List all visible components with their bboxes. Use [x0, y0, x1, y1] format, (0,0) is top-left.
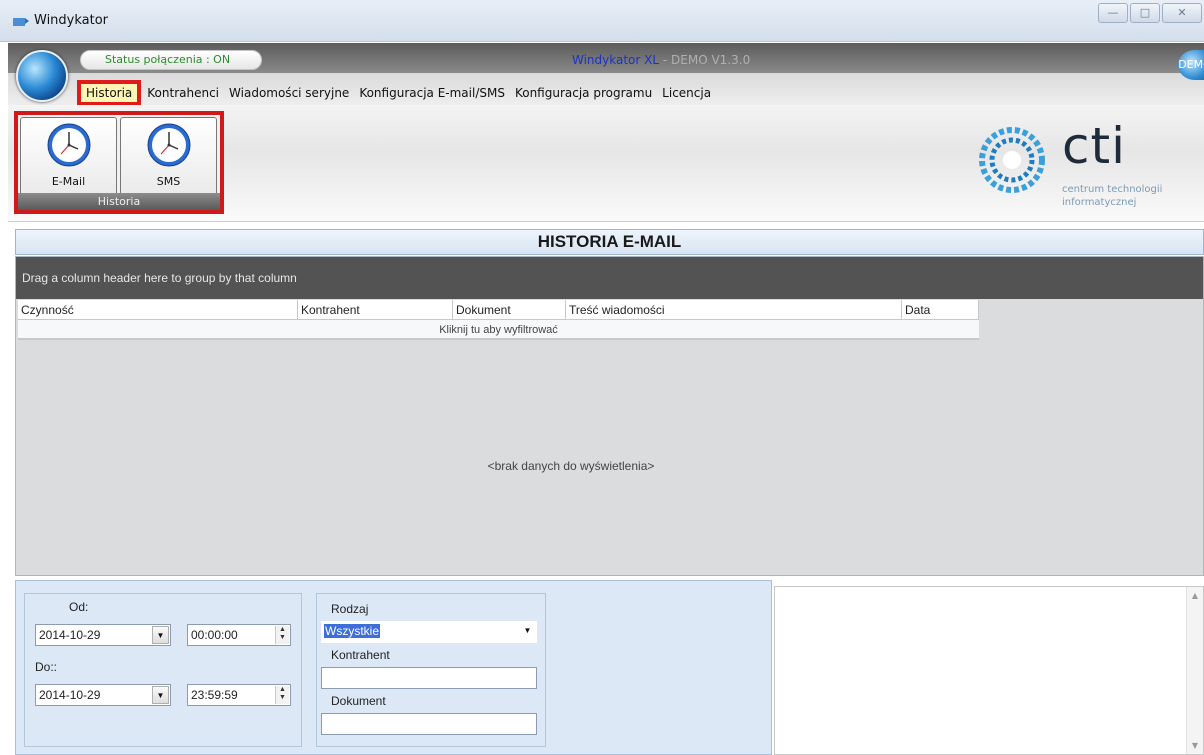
product-version: - DEMO V1.3.0	[662, 53, 751, 67]
od-time-picker[interactable]: 00:00:00 ▲ ▼	[187, 624, 291, 646]
chevron-down-icon[interactable]: ▼	[152, 686, 169, 704]
sms-button-label: SMS	[156, 175, 181, 188]
ribbon-header: Status połączenia : ON Windykator XL - D…	[8, 43, 1204, 106]
clock-icon	[47, 123, 90, 167]
maximize-button[interactable]: □	[1130, 3, 1160, 23]
menu-item-historia[interactable]: Historia	[76, 80, 142, 106]
email-button-label: E-Mail	[51, 175, 86, 188]
close-button[interactable]: ✕	[1162, 3, 1202, 23]
chevron-down-icon[interactable]: ▼	[152, 626, 169, 644]
demo-badge: DEMO	[1178, 50, 1204, 80]
scroll-up-icon[interactable]: ▲	[1187, 591, 1203, 600]
cti-wordmark: cti	[1062, 117, 1126, 175]
ribbon-toolbar: E-Mail SMS Historia cti centrum technolo…	[8, 105, 1204, 222]
menu-item-konfiguracja-programu[interactable]: Konfiguracja programu	[510, 83, 657, 103]
email-history-button[interactable]: E-Mail	[20, 117, 117, 197]
menu-item-wiadomosci-seryjne[interactable]: Wiadomości seryjne	[224, 83, 354, 103]
menu-item-konfiguracja-email-sms[interactable]: Konfiguracja E-mail/SMS	[354, 83, 510, 103]
column-header-kontrahent[interactable]: Kontrahent	[298, 300, 453, 320]
dokument-input[interactable]	[321, 713, 537, 735]
menu-item-licencja[interactable]: Licencja	[657, 83, 716, 103]
product-title: Windykator XL - DEMO V1.3.0	[572, 53, 750, 67]
filter-row[interactable]: Kliknij tu aby wyfiltrować	[18, 320, 979, 340]
minimize-button[interactable]: —	[1098, 3, 1128, 23]
menu-item-kontrahenci[interactable]: Kontrahenci	[142, 83, 224, 103]
page-title: HISTORIA E-MAIL	[15, 229, 1204, 255]
kontrahent-input[interactable]	[321, 667, 537, 689]
connection-status: Status połączenia : ON	[80, 50, 262, 70]
historia-group: E-Mail SMS Historia	[14, 111, 224, 214]
filter-panel: Od: 2014-10-29 ▼ 00:00:00 ▲ ▼ Do:: 2014-1…	[15, 580, 772, 755]
scroll-down-icon[interactable]: ▼	[1187, 741, 1203, 750]
group-label: Historia	[18, 193, 220, 210]
column-header-dokument[interactable]: Dokument	[453, 300, 566, 320]
window-title: Windykator	[34, 13, 109, 28]
cti-logo: cti centrum technologii informatycznej	[974, 115, 1174, 215]
vertical-scrollbar[interactable]: ▲ ▼	[1186, 587, 1203, 754]
criteria-group: Rodzaj Wszystkie ▼ Kontrahent Dokument	[316, 593, 546, 747]
message-preview[interactable]: ▲ ▼	[774, 586, 1204, 755]
empty-message: <brak danych do wyświetlenia>	[487, 459, 655, 473]
do-time-picker[interactable]: 23:59:59 ▲ ▼	[187, 684, 291, 706]
cti-tagline: centrum technologii informatycznej	[1062, 184, 1163, 208]
column-header-czynnosc[interactable]: Czynność	[18, 300, 298, 320]
window-titlebar: Windykator — □ ✕	[0, 0, 1204, 42]
sms-history-button[interactable]: SMS	[120, 117, 217, 197]
rodzaj-label: Rodzaj	[331, 602, 369, 616]
history-grid: Drag a column header here to group by th…	[15, 256, 1204, 576]
do-date-picker[interactable]: 2014-10-29 ▼	[35, 684, 171, 706]
kontrahent-label: Kontrahent	[331, 648, 390, 662]
cti-ring-icon	[979, 127, 1045, 193]
globe-icon[interactable]	[16, 50, 68, 102]
app-icon	[13, 18, 29, 26]
main-menu: Historia Kontrahenci Wiadomości seryjne …	[76, 80, 716, 106]
grid-header: Czynność Kontrahent Dokument Treść wiado…	[18, 300, 979, 320]
rodzaj-select[interactable]: Wszystkie ▼	[321, 621, 537, 643]
od-date-picker[interactable]: 2014-10-29 ▼	[35, 624, 171, 646]
date-range-group: Od: 2014-10-29 ▼ 00:00:00 ▲ ▼ Do:: 2014-1…	[24, 593, 302, 747]
column-header-data[interactable]: Data	[902, 300, 979, 320]
dokument-label: Dokument	[331, 694, 386, 708]
clock-icon	[147, 123, 190, 167]
product-name: Windykator XL	[572, 53, 660, 67]
spinner-icon[interactable]: ▲ ▼	[275, 686, 289, 704]
do-label: Do::	[35, 660, 58, 674]
od-label: Od:	[69, 600, 89, 614]
chevron-down-icon[interactable]: ▼	[519, 622, 536, 640]
group-by-panel[interactable]: Drag a column header here to group by th…	[16, 257, 1203, 299]
column-header-tresc[interactable]: Treść wiadomości	[566, 300, 902, 320]
spinner-icon[interactable]: ▲ ▼	[275, 626, 289, 644]
